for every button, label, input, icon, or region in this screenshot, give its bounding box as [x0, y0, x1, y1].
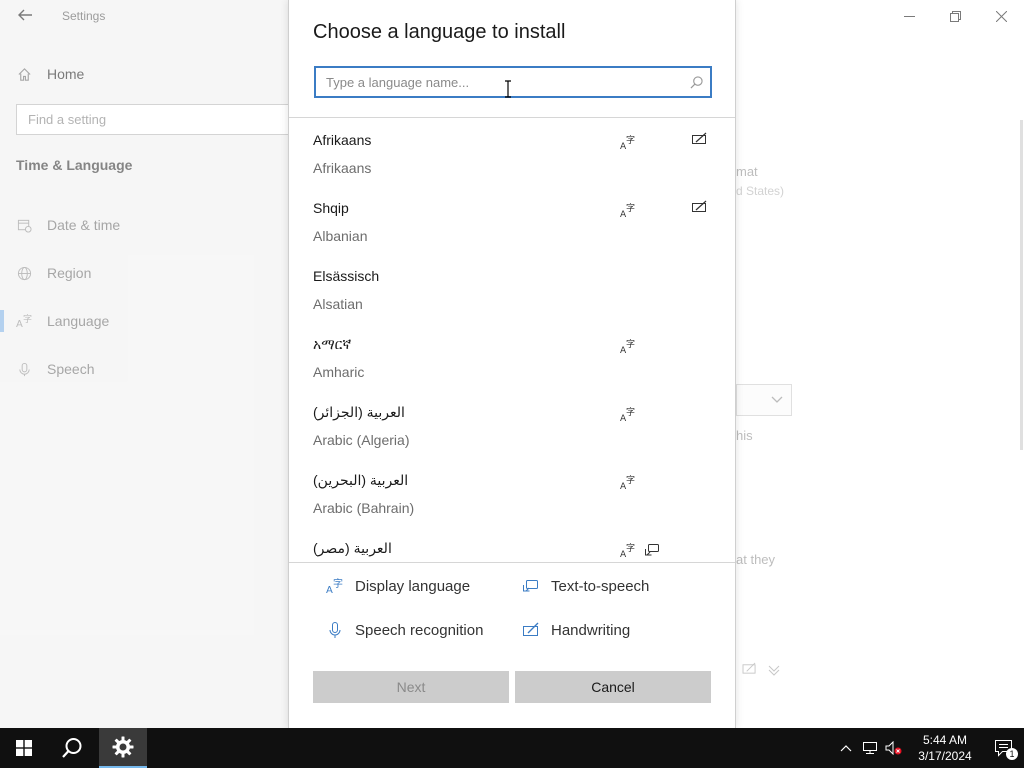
svg-text:字: 字 [626, 406, 635, 418]
legend-label: Speech recognition [355, 621, 484, 639]
display-language-icon: A字 [620, 338, 636, 356]
language-search-box[interactable] [314, 66, 712, 98]
language-english-name: Albanian [313, 228, 368, 244]
language-list-item[interactable]: العربية (البحرين) Arabic (Bahrain) A 字 [289, 458, 735, 526]
system-tray: 5:44 AM 3/17/2024 1 [834, 728, 1024, 768]
taskbar-search-button[interactable] [48, 728, 96, 768]
text-cursor-icon [504, 80, 512, 98]
notification-count-badge: 1 [1006, 748, 1018, 760]
text-to-speech-icon [521, 576, 541, 596]
handwriting-icon [521, 620, 541, 640]
microphone-icon [325, 620, 345, 640]
language-list-item[interactable]: አማርኛ Amharic A 字 [289, 322, 735, 390]
language-native-name: العربية (الجزائر) [313, 404, 405, 420]
language-list-item[interactable]: Elsässisch Alsatian [289, 254, 735, 322]
language-native-name: العربية (البحرين) [313, 472, 409, 488]
taskbar-clock[interactable]: 5:44 AM 3/17/2024 [912, 732, 978, 764]
display-language-icon: A字 [620, 134, 636, 152]
gear-icon [112, 736, 134, 758]
search-icon [62, 738, 82, 758]
language-list-item[interactable]: Shqip Albanian A 字 [289, 186, 735, 254]
language-english-name: Arabic (Bahrain) [313, 500, 415, 516]
language-native-name: አማርኛ [313, 336, 352, 352]
cancel-button[interactable]: Cancel [515, 671, 711, 703]
legend-label: Handwriting [551, 621, 631, 639]
legend-text-to-speech: Text-to-speech [521, 576, 649, 596]
legend-handwriting: Handwriting [521, 620, 630, 640]
language-native-name: Afrikaans [313, 132, 372, 148]
legend-speech-recognition: Speech recognition [325, 620, 483, 640]
display-language-icon: A字 [325, 576, 345, 596]
language-english-name: Alsatian [313, 296, 363, 312]
network-icon[interactable] [858, 728, 882, 768]
svg-text:字: 字 [333, 577, 343, 590]
svg-text:字: 字 [626, 542, 635, 554]
next-button[interactable]: Next [313, 671, 509, 703]
choose-language-dialog: Choose a language to install AfrikaansAf… [288, 0, 736, 728]
taskbar: 5:44 AM 3/17/2024 1 [0, 728, 1024, 768]
divider [289, 562, 735, 563]
display-language-icon: A字 [620, 202, 636, 220]
svg-text:字: 字 [626, 202, 635, 214]
start-button[interactable] [0, 728, 48, 768]
language-native-name: العربية (مصر) [313, 540, 392, 556]
display-language-icon: A字 [620, 542, 636, 560]
legend-label: Text-to-speech [551, 577, 650, 595]
language-list: Afrikaans Afrikaans A 字 Shqip Albanian A 字 Elsäs… [289, 118, 735, 562]
legend-display-language: A字 Display language [325, 576, 470, 596]
language-english-name: Amharic [313, 364, 365, 380]
clock-time: 5:44 AM [922, 733, 968, 747]
language-english-name: Arabic (Algeria) [313, 432, 410, 448]
svg-text:字: 字 [626, 338, 635, 350]
show-hidden-icons-chevron-icon[interactable] [834, 728, 858, 768]
svg-text:A: A [326, 585, 333, 595]
windows-logo-icon [16, 740, 32, 756]
clock-date: 3/17/2024 [918, 749, 972, 763]
volume-muted-icon[interactable] [882, 728, 906, 768]
dialog-title: Choose a language to install [313, 21, 566, 43]
text-to-speech-icon [644, 542, 660, 558]
action-center-button[interactable]: 1 [984, 728, 1024, 768]
svg-text:字: 字 [626, 134, 635, 146]
display-language-icon: A字 [620, 474, 636, 492]
display-language-icon: A字 [620, 406, 636, 424]
language-list-item[interactable]: العربية (مصر) A 字 [289, 526, 735, 562]
language-list-item[interactable]: العربية (الجزائر) Arabic (Algeria) A 字 [289, 390, 735, 458]
handwriting-icon [691, 132, 707, 148]
legend-label: Display language [355, 577, 471, 595]
language-list-item[interactable]: Afrikaans Afrikaans A 字 [289, 118, 735, 186]
language-english-name: Afrikaans [313, 160, 372, 176]
language-search-input[interactable] [316, 68, 682, 96]
language-native-name: Shqip [313, 200, 349, 216]
svg-text:字: 字 [626, 474, 635, 486]
search-icon[interactable] [682, 68, 710, 96]
handwriting-icon [691, 200, 707, 216]
taskbar-settings-app[interactable] [99, 728, 147, 768]
language-native-name: Elsässisch [313, 268, 380, 284]
